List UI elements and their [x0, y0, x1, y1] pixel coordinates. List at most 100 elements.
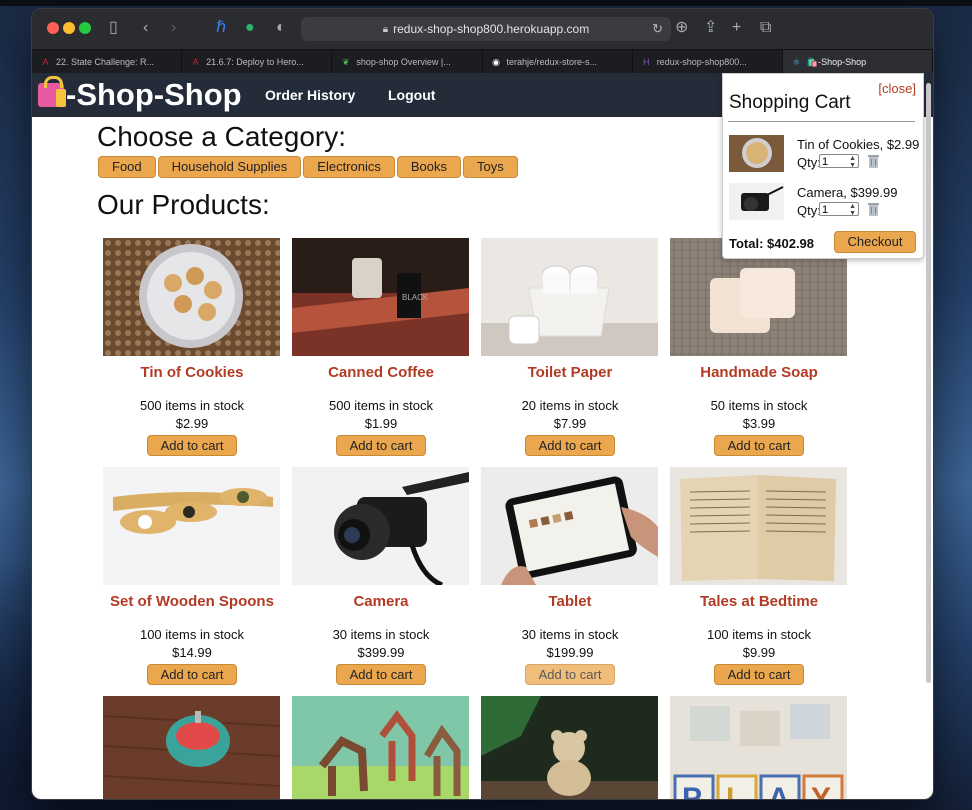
nav-order-history[interactable]: Order History [265, 87, 355, 103]
arizona-icon: A [192, 56, 199, 67]
stepper-arrows-icon[interactable]: ▲ ▼ [849, 155, 856, 169]
product-image-book[interactable] [670, 467, 847, 585]
category-food-button[interactable]: Food [98, 156, 156, 178]
tab-2[interactable]: A 21.6.7: Deploy to Hero... [182, 50, 333, 74]
new-tab-icon[interactable]: + [732, 19, 741, 37]
category-household-button[interactable]: Household Supplies [157, 156, 302, 178]
add-to-cart-button[interactable]: Add to cart [336, 664, 426, 685]
category-books-button[interactable]: Books [396, 156, 461, 178]
share-icon[interactable]: ⇪ [704, 19, 717, 37]
shield-icon[interactable]: ◐ [276, 19, 286, 37]
category-heading: Choose a Category: [97, 121, 347, 152]
tab-label: terahje/redux-store-s... [506, 57, 598, 67]
arizona-icon: A [42, 56, 49, 67]
products-heading: Our Products: [97, 189, 270, 220]
zoom-window-button[interactable] [79, 22, 91, 34]
grammarly-icon[interactable]: ● [245, 19, 255, 37]
product-price: $7.99 [553, 416, 587, 431]
back-icon[interactable]: ‹ [143, 19, 148, 37]
extension-icon[interactable]: ℏ [216, 19, 226, 37]
svg-text:BLACK: BLACK [402, 293, 429, 302]
add-to-cart-button[interactable]: Add to cart [147, 435, 237, 456]
product-image-alphabet-blocks[interactable]: PLAY [670, 696, 847, 799]
product-image-coffee[interactable]: BLACK [292, 238, 469, 356]
tab-5[interactable]: Hredux-shop-shop800... [633, 50, 783, 74]
product-name[interactable]: Canned Coffee [292, 364, 470, 384]
product-stock: 100 items in stock [139, 627, 245, 642]
add-to-cart-button[interactable]: Add to cart [525, 435, 615, 456]
product-card [481, 696, 659, 799]
product-name[interactable]: Tin of Cookies [103, 364, 281, 384]
add-to-cart-button[interactable]: Add to cart [525, 664, 615, 685]
tab-6[interactable]: ⚛ 🛍️-Shop-Shop [782, 50, 933, 74]
product-card: Tales at Bedtime 100 items in stock $9.99 A… [670, 467, 848, 685]
product-name[interactable]: Tales at Bedtime [670, 593, 848, 613]
add-to-cart-button[interactable]: Add to cart [714, 435, 804, 456]
tab-3[interactable]: ❦ shop-shop Overview |... [332, 50, 483, 74]
shopping-cart-panel: [close] Shopping Cart Tin of Cookies, $2… [722, 73, 924, 259]
product-name[interactable]: Set of Wooden Spoons [103, 593, 281, 613]
product-image-horses[interactable] [292, 696, 469, 799]
nav-logout[interactable]: Logout [388, 87, 435, 103]
page-scrollbar[interactable] [926, 83, 931, 683]
sidebar-icon[interactable]: ▯ [109, 19, 118, 37]
download-icon[interactable]: ⊕ [675, 19, 688, 37]
product-image-toilet-paper[interactable] [481, 238, 658, 356]
product-price: $3.99 [742, 416, 776, 431]
close-window-button[interactable] [47, 22, 59, 34]
minimize-window-button[interactable] [63, 22, 75, 34]
trash-icon[interactable] [867, 154, 880, 168]
product-image-cookies[interactable] [103, 238, 280, 356]
heroku-icon: H [642, 56, 650, 67]
product-image-spoons[interactable] [103, 467, 280, 585]
quantity-stepper[interactable]: 1 ▲ ▼ [819, 154, 859, 169]
add-to-cart-button[interactable]: Add to cart [714, 664, 804, 685]
product-price: $9.99 [742, 645, 776, 660]
product-stock: 20 items in stock [521, 398, 619, 413]
checkout-button[interactable]: Checkout [834, 231, 916, 253]
product-card: Tablet 30 items in stock $199.99 Add to car… [481, 467, 659, 685]
tab-4[interactable]: ◉ terahje/redux-store-s... [483, 50, 633, 74]
product-image-spinning-top[interactable] [103, 696, 280, 799]
product-stock: 30 items in stock [521, 627, 619, 642]
category-electronics-button[interactable]: Electronics [303, 156, 395, 178]
svg-text:L: L [726, 782, 744, 799]
tab-1[interactable]: A 22. State Challenge: R... [32, 50, 183, 74]
add-to-cart-button[interactable]: Add to cart [336, 435, 426, 456]
product-stock: 500 items in stock [139, 398, 245, 413]
tab-bar: A 22. State Challenge: R... A 21.6.7: Deplo… [32, 49, 933, 74]
product-name[interactable]: Tablet [481, 593, 659, 613]
reload-icon[interactable]: ↻ [652, 21, 663, 37]
product-price: $1.99 [364, 416, 398, 431]
address-bar[interactable]: 🔒︎ redux-shop-shop800.herokuapp.com ↻ [301, 17, 671, 41]
svg-text:P: P [682, 782, 702, 799]
stepper-arrows-icon[interactable]: ▲ ▼ [849, 203, 856, 217]
lock-icon: 🔒︎ [382, 23, 389, 35]
product-name[interactable]: Handmade Soap [670, 364, 848, 384]
quantity-stepper[interactable]: 1 ▲ ▼ [819, 202, 859, 217]
product-image-teddy-bear[interactable] [481, 696, 658, 799]
product-card [292, 696, 470, 799]
product-card: Camera 30 items in stock $399.99 Add to car… [292, 467, 470, 685]
cart-close-link[interactable]: [close] [878, 81, 916, 96]
product-name[interactable]: Toilet Paper [481, 364, 659, 384]
tab-overview-icon[interactable]: ⧉ [760, 19, 771, 37]
product-price: $399.99 [357, 645, 405, 660]
product-image-camera[interactable] [292, 467, 469, 585]
mac-menu-bar [0, 0, 972, 6]
leaf-icon: ❦ [342, 56, 350, 67]
tab-label: 21.6.7: Deploy to Hero... [206, 57, 304, 67]
product-stock: 50 items in stock [710, 398, 808, 413]
cart-divider [728, 121, 915, 122]
product-name[interactable]: Camera [292, 593, 470, 613]
product-card: Tin of Cookies 500 items in stock $2.99 Add… [103, 238, 281, 456]
product-image-tablet[interactable] [481, 467, 658, 585]
cart-title: Shopping Cart [729, 92, 851, 113]
category-toys-button[interactable]: Toys [463, 156, 518, 178]
forward-icon[interactable]: › [171, 19, 176, 37]
product-card: Toilet Paper 20 items in stock $7.99 Add to… [481, 238, 659, 456]
site-logo[interactable]: -Shop-Shop [38, 76, 242, 113]
trash-icon[interactable] [867, 202, 880, 216]
add-to-cart-button[interactable]: Add to cart [147, 664, 237, 685]
shopping-bag-icon [38, 76, 66, 107]
